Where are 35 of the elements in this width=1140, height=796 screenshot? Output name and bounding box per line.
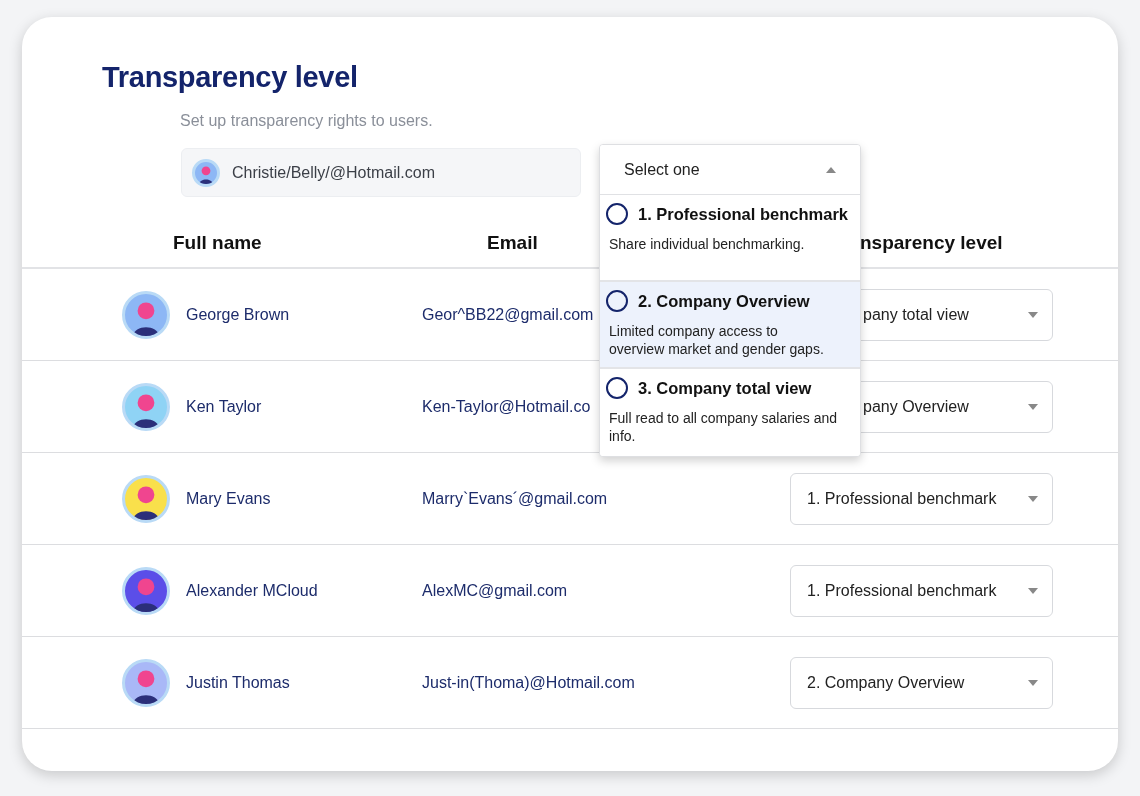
option-label: 1. Professional benchmark bbox=[638, 204, 848, 224]
user-field[interactable]: Christie/Belly/@Hotmail.com bbox=[181, 148, 581, 197]
user-email: Marry`Evans´@gmail.com bbox=[422, 489, 609, 508]
level-select[interactable]: 1. Professional benchmark bbox=[790, 472, 1053, 525]
caret-icon bbox=[1028, 311, 1038, 318]
caret-icon bbox=[1028, 587, 1038, 594]
caret-icon bbox=[1028, 679, 1038, 686]
radio-button[interactable] bbox=[606, 203, 628, 225]
user-email: Christie/Belly/@Hotmail.com bbox=[232, 163, 435, 182]
option-description: Share individual benchmarking. bbox=[609, 235, 806, 253]
user-email: Geor^BB22@gmail.com bbox=[422, 305, 595, 324]
page-subtitle: Set up transparency rights to users. bbox=[180, 112, 434, 130]
caret-icon bbox=[1028, 495, 1038, 502]
radio-button[interactable] bbox=[606, 290, 628, 312]
caret-icon bbox=[826, 166, 836, 173]
level-select[interactable]: 2. Company Overview bbox=[790, 656, 1053, 709]
column-header: nsparency level bbox=[860, 232, 1003, 254]
user-name: George Brown bbox=[186, 305, 291, 324]
user-email: Ken-Taylor@Hotmail.co bbox=[422, 397, 592, 416]
column-header: Email bbox=[487, 232, 538, 254]
radio-button[interactable] bbox=[606, 377, 628, 399]
user-email: AlexMC@gmail.com bbox=[422, 581, 569, 600]
caret-icon bbox=[1028, 403, 1038, 410]
level-select[interactable]: 1. Professional benchmark bbox=[790, 564, 1053, 617]
page-title: Transparency level bbox=[102, 61, 359, 94]
user-name: Mary Evans bbox=[186, 489, 272, 508]
user-name: Ken Taylor bbox=[186, 397, 263, 416]
dropdown-option[interactable]: 3. Company total view Full read to all company salaries and info. bbox=[600, 369, 860, 456]
user-name: Justin Thomas bbox=[186, 673, 291, 692]
column-header: Full name bbox=[173, 232, 262, 254]
dropdown-toggle[interactable]: Select one bbox=[600, 145, 860, 195]
user-name: Alexander MCloud bbox=[186, 581, 319, 600]
dropdown-option[interactable]: 1. Professional benchmark Share individual benchmarking. bbox=[600, 195, 860, 282]
dropdown-option[interactable]: 2. Company Overview Limited company access to overview market and gender gaps. bbox=[600, 282, 860, 369]
user-email: Just-in(Thoma)@Hotmail.com bbox=[422, 673, 636, 692]
